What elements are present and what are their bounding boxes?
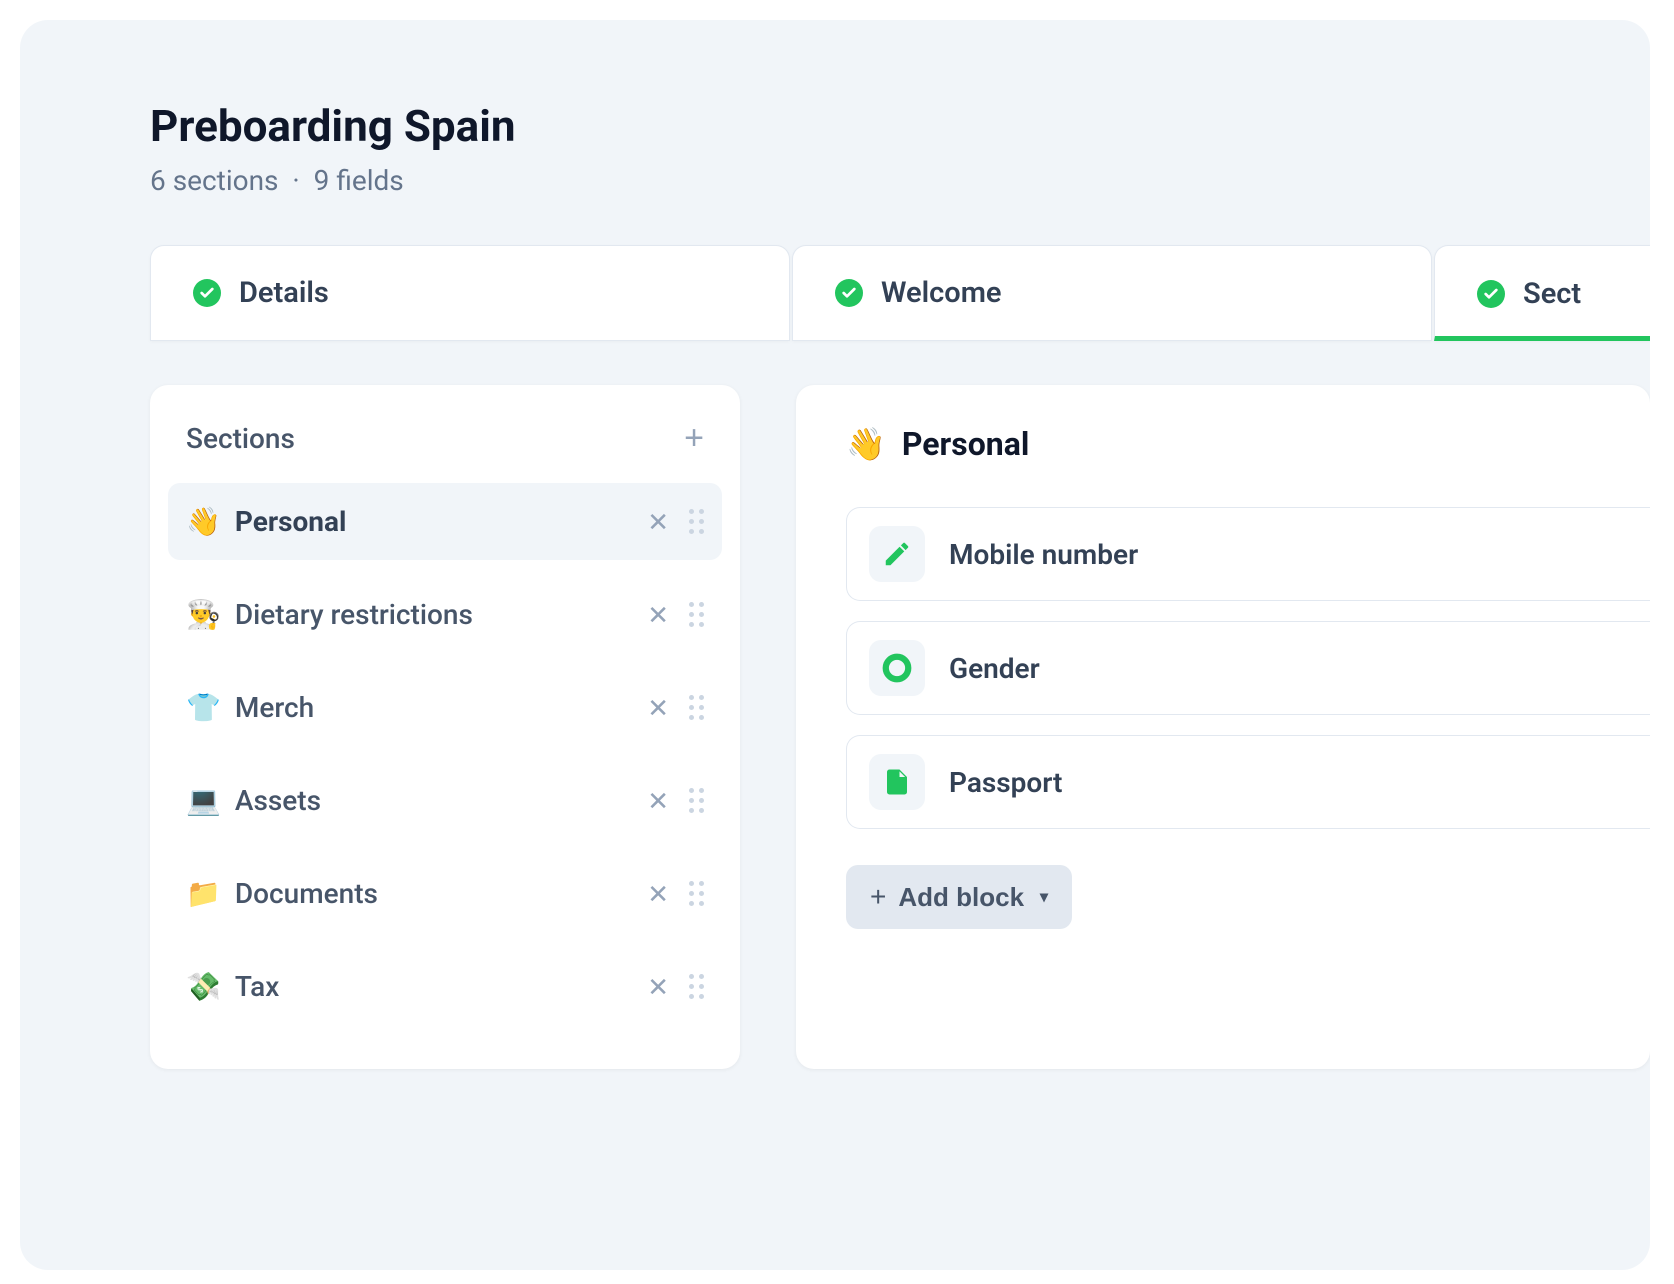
section-item-documents[interactable]: 📁 Documents ✕ — [168, 855, 722, 932]
section-item-label: Tax — [235, 970, 279, 1003]
remove-section-button[interactable]: ✕ — [647, 974, 669, 1000]
field-label: Mobile number — [949, 538, 1138, 571]
shirt-icon: 👕 — [186, 691, 221, 724]
remove-section-button[interactable]: ✕ — [647, 695, 669, 721]
tab-details[interactable]: Details — [150, 245, 790, 341]
drag-handle-icon[interactable] — [689, 788, 704, 813]
fields-panel: 👋 Personal Mobile number Gender Pas — [796, 385, 1650, 1069]
radio-icon — [869, 640, 925, 696]
fields-word: fields — [336, 164, 403, 197]
section-item-label: Dietary restrictions — [235, 598, 473, 631]
tab-sections[interactable]: Sect — [1434, 245, 1650, 341]
sections-count: 6 — [150, 164, 166, 197]
section-item-label: Personal — [235, 505, 347, 538]
section-item-left: 💻 Assets — [186, 784, 321, 817]
remove-section-button[interactable]: ✕ — [647, 509, 669, 535]
drag-handle-icon[interactable] — [689, 695, 704, 720]
wave-icon: 👋 — [186, 505, 221, 538]
sections-panel: Sections + 👋 Personal ✕ 👨‍🍳 Dietary rest… — [150, 385, 740, 1069]
app-frame: Preboarding Spain 6 sections · 9 fields … — [20, 20, 1650, 1270]
tab-label: Details — [239, 276, 329, 310]
field-item-mobile-number[interactable]: Mobile number — [846, 507, 1650, 601]
sections-header: Sections + — [168, 413, 722, 483]
drag-handle-icon[interactable] — [689, 881, 704, 906]
drag-handle-icon[interactable] — [689, 974, 704, 999]
chevron-down-icon: ▾ — [1040, 887, 1048, 907]
remove-section-button[interactable]: ✕ — [647, 602, 669, 628]
chef-icon: 👨‍🍳 — [186, 598, 221, 631]
check-icon — [1477, 280, 1505, 308]
wave-icon: 👋 — [846, 425, 886, 463]
field-label: Gender — [949, 652, 1040, 685]
field-label: Passport — [949, 766, 1062, 799]
section-item-label: Merch — [235, 691, 314, 724]
sections-title: Sections — [186, 422, 295, 455]
field-item-passport[interactable]: Passport — [846, 735, 1650, 829]
money-icon: 💸 — [186, 970, 221, 1003]
add-block-button[interactable]: + Add block ▾ — [846, 865, 1072, 929]
drag-handle-icon[interactable] — [689, 509, 704, 534]
fields-count: 9 — [314, 164, 330, 197]
section-item-left: 👕 Merch — [186, 691, 314, 724]
section-item-label: Documents — [235, 877, 378, 910]
field-item-gender[interactable]: Gender — [846, 621, 1650, 715]
section-item-left: 👨‍🍳 Dietary restrictions — [186, 598, 473, 631]
section-controls: ✕ — [647, 509, 704, 535]
section-controls: ✕ — [647, 881, 704, 907]
section-item-left: 👋 Personal — [186, 505, 346, 538]
section-item-personal[interactable]: 👋 Personal ✕ — [168, 483, 722, 560]
add-section-button[interactable]: + — [684, 421, 704, 455]
section-controls: ✕ — [647, 788, 704, 814]
section-item-merch[interactable]: 👕 Merch ✕ — [168, 669, 722, 746]
meta-separator: · — [292, 164, 299, 197]
content-row: Sections + 👋 Personal ✕ 👨‍🍳 Dietary rest… — [150, 385, 1650, 1069]
section-item-dietary[interactable]: 👨‍🍳 Dietary restrictions ✕ — [168, 576, 722, 653]
section-item-assets[interactable]: 💻 Assets ✕ — [168, 762, 722, 839]
document-icon — [869, 754, 925, 810]
drag-handle-icon[interactable] — [689, 602, 704, 627]
section-controls: ✕ — [647, 974, 704, 1000]
add-block-label: Add block — [898, 882, 1024, 913]
page-title: Preboarding Spain — [150, 100, 1650, 152]
section-item-left: 📁 Documents — [186, 877, 378, 910]
page-meta: 6 sections · 9 fields — [150, 164, 1650, 197]
fields-title: Personal — [902, 425, 1029, 463]
section-controls: ✕ — [647, 602, 704, 628]
remove-section-button[interactable]: ✕ — [647, 788, 669, 814]
section-item-tax[interactable]: 💸 Tax ✕ — [168, 948, 722, 1025]
tab-welcome[interactable]: Welcome — [792, 245, 1432, 341]
remove-section-button[interactable]: ✕ — [647, 881, 669, 907]
tabs-row: Details Welcome Sect — [150, 245, 1650, 341]
tab-label: Sect — [1523, 277, 1581, 311]
section-controls: ✕ — [647, 695, 704, 721]
section-item-left: 💸 Tax — [186, 970, 279, 1003]
laptop-icon: 💻 — [186, 784, 221, 817]
edit-icon — [869, 526, 925, 582]
fields-header: 👋 Personal — [846, 425, 1650, 463]
plus-icon: + — [870, 881, 886, 913]
sections-word: sections — [173, 164, 279, 197]
tab-label: Welcome — [881, 276, 1002, 310]
folder-icon: 📁 — [186, 877, 221, 910]
check-icon — [835, 279, 863, 307]
check-icon — [193, 279, 221, 307]
section-item-label: Assets — [235, 784, 321, 817]
